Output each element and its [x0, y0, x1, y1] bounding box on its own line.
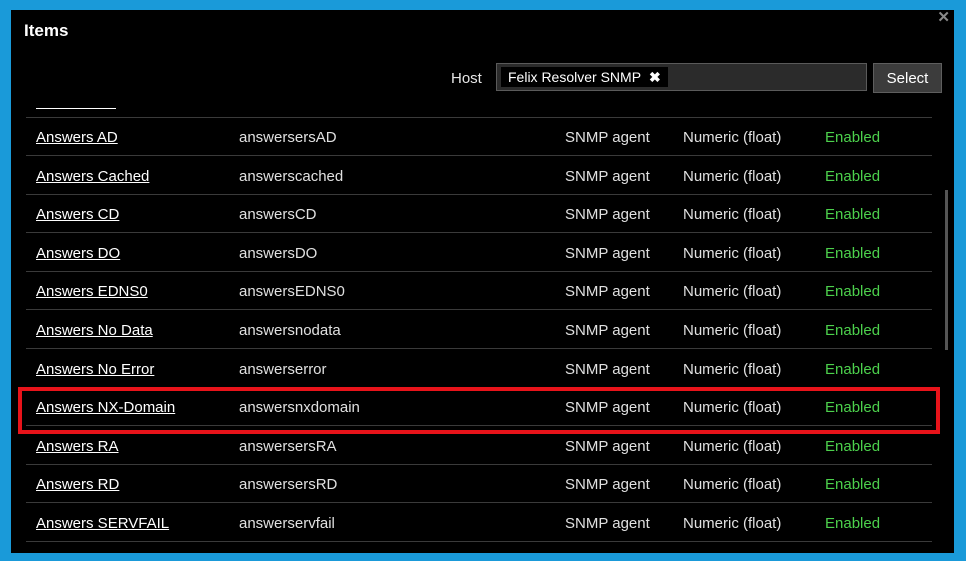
item-key: answersDO [239, 244, 318, 262]
item-key: answersEDNS0 [239, 283, 345, 301]
table-row: Answers SERVFAIL answerservfail SNMP agent… [26, 504, 932, 542]
item-status[interactable]: Enabled [825, 129, 880, 146]
item-value-type: Numeric (float) [683, 129, 782, 146]
item-value-type: Numeric (float) [683, 476, 782, 494]
table-row: Answers No Data answersnodata SNMP agent Nu… [26, 311, 932, 349]
table-row: Answers CD answersCD SNMP agent Numeric (fl… [26, 195, 932, 234]
item-type: SNMP agent [565, 322, 650, 339]
item-name-link[interactable]: Answers RA [36, 438, 119, 455]
dialog-title: Items [24, 21, 69, 40]
item-key: answerservfail [239, 515, 335, 532]
item-name-link[interactable]: Answers No Error [36, 361, 154, 378]
item-key: answersersRA [239, 437, 337, 455]
item-status[interactable]: Enabled [825, 283, 880, 300]
item-type: SNMP agent [565, 283, 650, 301]
item-name-link[interactable]: Answers RD [36, 476, 119, 493]
item-value-type: Numeric (float) [683, 515, 782, 532]
items-list: Answers AD answersersAD SNMP agent Numeric … [26, 106, 932, 551]
item-status[interactable]: Enabled [825, 515, 880, 532]
item-value-type: Numeric (float) [683, 244, 782, 262]
item-type: SNMP agent [565, 476, 650, 494]
item-value-type: Numeric (float) [683, 437, 782, 455]
item-status[interactable]: Enabled [825, 399, 880, 416]
item-name-link[interactable]: Answers Cached [36, 168, 149, 185]
item-type: SNMP agent [565, 244, 650, 262]
table-row: Answers DO answersDO SNMP agent Numeric (fl… [26, 234, 932, 272]
item-status[interactable]: Enabled [825, 168, 880, 185]
item-value-type: Numeric (float) [683, 206, 782, 224]
item-name-link[interactable]: Answers CD [36, 206, 119, 223]
table-row: Answers EDNS0 answersEDNS0 SNMP agent Numer… [26, 272, 932, 311]
table-row: Answers NX-Domain answersnxdomain SNMP age… [26, 388, 932, 427]
item-status[interactable]: Enabled [825, 206, 880, 223]
select-button[interactable]: Select [873, 63, 942, 93]
item-key: answersCD [239, 206, 317, 224]
item-type: SNMP agent [565, 437, 650, 455]
host-chip-label: Felix Resolver SNMP [508, 69, 642, 85]
item-status[interactable]: Enabled [825, 476, 880, 493]
close-icon[interactable]: ✖ [649, 69, 661, 86]
item-value-type: Numeric (float) [683, 399, 782, 417]
item-key: answersnxdomain [239, 399, 360, 417]
host-multiselect[interactable]: Felix Resolver SNMP ✖ [496, 63, 867, 91]
item-value-type: Numeric (float) [683, 283, 782, 301]
item-name-link[interactable]: Answers EDNS0 [36, 283, 148, 300]
item-type: SNMP agent [565, 167, 650, 185]
item-name-link[interactable]: Answers AD [36, 129, 118, 146]
table-row: Answers No Error answerserror SNMP agent Nu… [26, 350, 932, 388]
item-type: SNMP agent [565, 360, 650, 378]
host-label: Host [451, 70, 482, 87]
item-name-link[interactable]: Answers DO [36, 245, 120, 262]
item-value-type: Numeric (float) [683, 360, 782, 378]
item-key: answerscached [239, 167, 344, 185]
table-row: Answers AD answersersAD SNMP agent Numeric … [26, 118, 932, 156]
host-chip: Felix Resolver SNMP ✖ [501, 67, 668, 87]
partial-link-underline [36, 108, 116, 109]
item-status[interactable]: Enabled [825, 322, 880, 339]
item-key: answerserror [239, 360, 327, 378]
item-name-link[interactable]: Answers NX-Domain [36, 399, 175, 416]
item-type: SNMP agent [565, 129, 650, 146]
table-row: Answers Cached answerscached SNMP agent Num… [26, 157, 932, 195]
item-value-type: Numeric (float) [683, 167, 782, 185]
item-key: answersersAD [239, 129, 337, 146]
items-dialog: Items ✕ Host Felix Resolver SNMP ✖ Selec… [11, 10, 954, 553]
item-type: SNMP agent [565, 399, 650, 417]
table-row: Answers RD answersersRD SNMP agent Numeric … [26, 465, 932, 504]
table-row: Answers RA answersersRA SNMP agent Numeric … [26, 427, 932, 465]
item-status[interactable]: Enabled [825, 245, 880, 262]
item-key: answersersRD [239, 476, 338, 494]
table-row-partial [26, 106, 932, 118]
item-name-link[interactable]: Answers SERVFAIL [36, 515, 169, 532]
item-name-link[interactable]: Answers No Data [36, 322, 153, 339]
item-value-type: Numeric (float) [683, 322, 782, 339]
scrollbar[interactable] [945, 190, 948, 350]
item-status[interactable]: Enabled [825, 438, 880, 455]
item-status[interactable]: Enabled [825, 361, 880, 378]
close-icon[interactable]: ✕ [937, 10, 950, 26]
item-key: answersnodata [239, 322, 341, 339]
item-type: SNMP agent [565, 206, 650, 224]
item-type: SNMP agent [565, 515, 650, 532]
